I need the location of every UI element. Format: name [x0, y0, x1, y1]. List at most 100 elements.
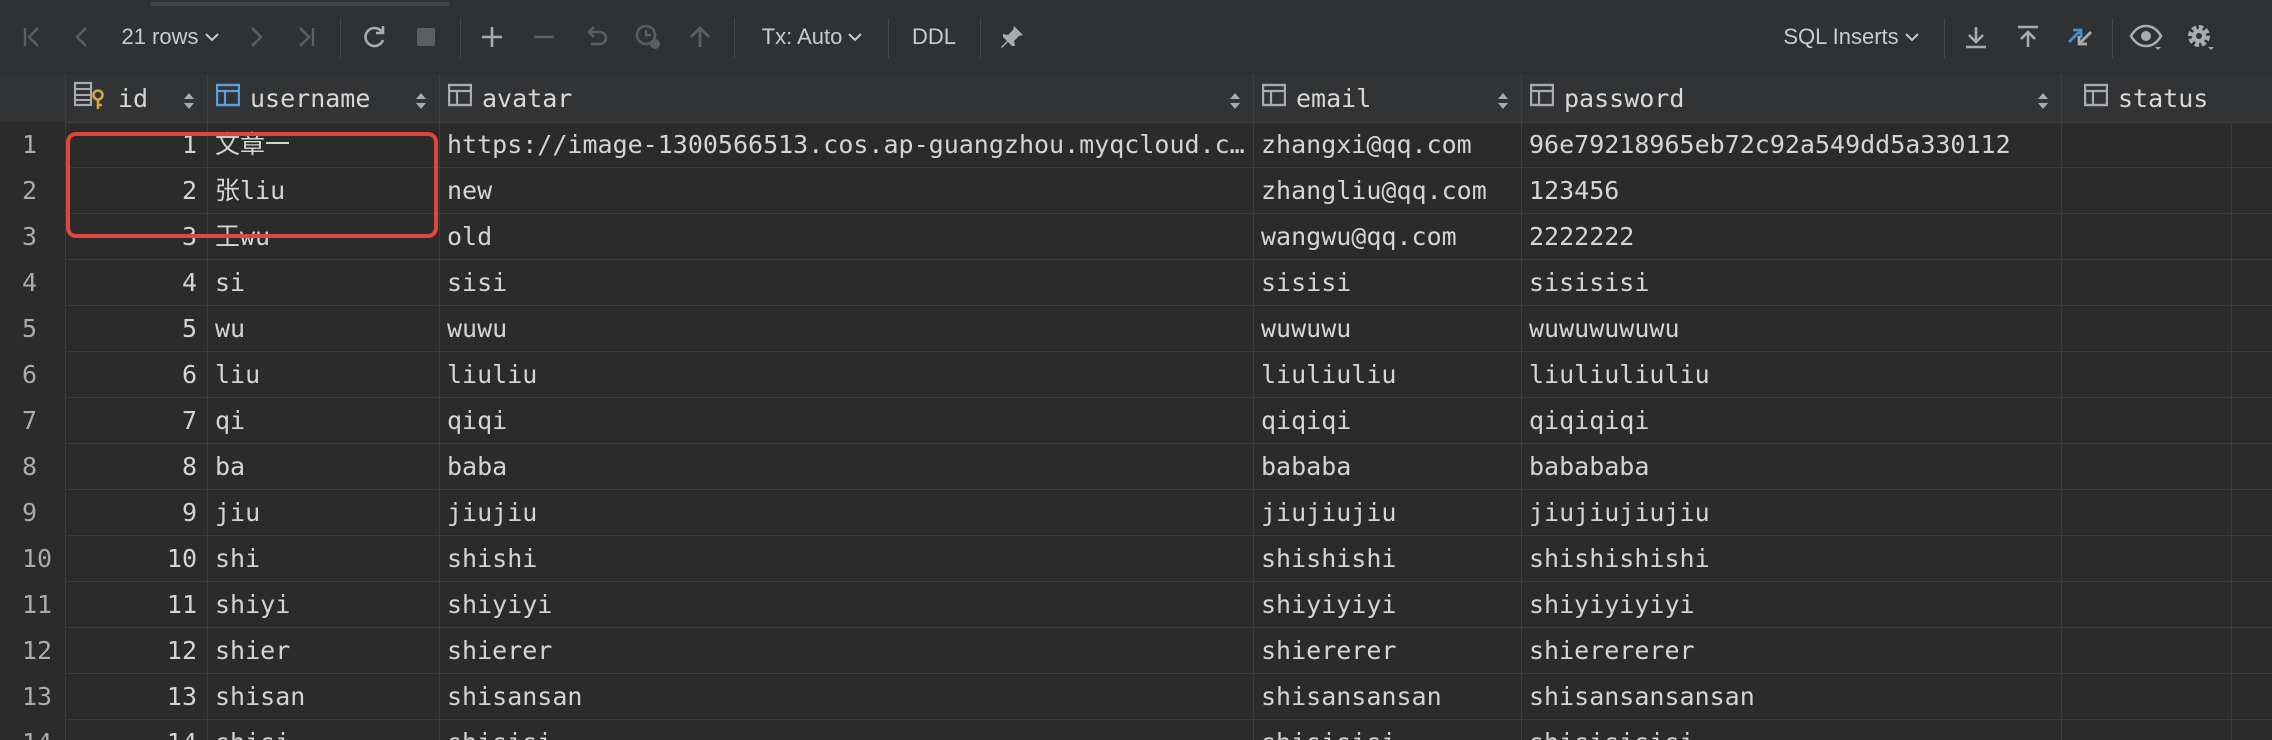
last-page-icon[interactable]	[288, 16, 324, 58]
cell-password[interactable]: wuwuwuwuwu	[1522, 306, 2062, 352]
cell-username[interactable]: 张liu	[208, 168, 440, 214]
transaction-mode-dropdown[interactable]: Tx: Auto	[756, 16, 868, 58]
cell-status[interactable]	[2062, 260, 2232, 306]
rows-count-dropdown[interactable]: 21 rows	[112, 16, 228, 58]
cell-avatar[interactable]: old	[440, 214, 1254, 260]
cell-status[interactable]	[2062, 352, 2232, 398]
cell-id[interactable]: 14	[66, 720, 208, 740]
upload-icon[interactable]	[2010, 16, 2046, 58]
cell-id[interactable]: 1	[66, 122, 208, 168]
cell-status[interactable]	[2062, 628, 2232, 674]
cell-password[interactable]: qiqiqiqi	[1522, 398, 2062, 444]
column-header-email[interactable]: email	[1254, 74, 1522, 122]
compare-icon[interactable]	[2062, 16, 2098, 58]
cell-avatar[interactable]: qiqi	[440, 398, 1254, 444]
add-row-icon[interactable]	[474, 16, 510, 58]
eye-icon[interactable]	[2126, 16, 2166, 58]
first-page-icon[interactable]	[14, 16, 50, 58]
cell-id[interactable]: 9	[66, 490, 208, 536]
cell-status[interactable]	[2062, 168, 2232, 214]
cell-id[interactable]: 2	[66, 168, 208, 214]
cell-id[interactable]: 10	[66, 536, 208, 582]
cell-id[interactable]: 8	[66, 444, 208, 490]
cell-avatar[interactable]: baba	[440, 444, 1254, 490]
cell-password[interactable]: shiyiyiyiyi	[1522, 582, 2062, 628]
ddl-button[interactable]: DDL	[904, 16, 964, 58]
cell-avatar[interactable]: new	[440, 168, 1254, 214]
stop-icon[interactable]	[408, 16, 444, 58]
cell-email[interactable]: shisisisi	[1254, 720, 1522, 740]
table-row[interactable]: 8 8 ba baba bababa babababa	[0, 444, 2272, 490]
column-header-username[interactable]: username	[208, 74, 440, 122]
cell-email[interactable]: jiujiujiu	[1254, 490, 1522, 536]
next-page-icon[interactable]	[238, 16, 274, 58]
table-row[interactable]: 7 7 qi qiqi qiqiqi qiqiqiqi	[0, 398, 2272, 444]
cell-username[interactable]: shisan	[208, 674, 440, 720]
sort-arrows-icon[interactable]	[2037, 88, 2049, 117]
cell-username[interactable]: wu	[208, 306, 440, 352]
cell-password[interactable]: 2222222	[1522, 214, 2062, 260]
table-row[interactable]: 4 4 si sisi sisisi sisisisi	[0, 260, 2272, 306]
table-row[interactable]: 5 5 wu wuwu wuwuwu wuwuwuwuwu	[0, 306, 2272, 352]
cell-username[interactable]: 文章一	[208, 122, 440, 168]
cell-username[interactable]: shisi	[208, 720, 440, 740]
cell-email[interactable]: shiyiyiyi	[1254, 582, 1522, 628]
cell-status[interactable]	[2062, 444, 2232, 490]
cell-email[interactable]: sisisi	[1254, 260, 1522, 306]
cell-username[interactable]: 王wu	[208, 214, 440, 260]
cell-password[interactable]: shierererer	[1522, 628, 2062, 674]
cell-avatar[interactable]: jiujiu	[440, 490, 1254, 536]
cell-id[interactable]: 13	[66, 674, 208, 720]
sort-arrows-icon[interactable]	[1497, 88, 1509, 117]
sort-arrows-icon[interactable]	[1229, 88, 1241, 117]
table-row[interactable]: 11 11 shiyi shiyiyi shiyiyiyi shiyiyiyiyi	[0, 582, 2272, 628]
cell-avatar[interactable]: shisisi	[440, 720, 1254, 740]
cell-avatar[interactable]: shierer	[440, 628, 1254, 674]
cell-avatar[interactable]: wuwu	[440, 306, 1254, 352]
table-row[interactable]: 1414shisishisisishisisisishisisisisi	[0, 720, 2272, 740]
table-row[interactable]: 10 10 shi shishi shishishi shishishishi	[0, 536, 2272, 582]
cell-avatar[interactable]: liuliu	[440, 352, 1254, 398]
cell-email[interactable]: shiererer	[1254, 628, 1522, 674]
cell-email[interactable]: zhangxi@qq.com	[1254, 122, 1522, 168]
sort-arrows-icon[interactable]	[183, 88, 195, 117]
cell-id[interactable]: 6	[66, 352, 208, 398]
cell-username[interactable]: ba	[208, 444, 440, 490]
cell-password[interactable]: babababa	[1522, 444, 2062, 490]
sort-arrows-icon[interactable]	[415, 88, 427, 117]
cell-email[interactable]: qiqiqi	[1254, 398, 1522, 444]
cell-username[interactable]: qi	[208, 398, 440, 444]
pin-icon[interactable]	[994, 16, 1030, 58]
download-icon[interactable]	[1958, 16, 1994, 58]
submit-icon[interactable]	[682, 16, 718, 58]
cell-password[interactable]: liuliuliuliu	[1522, 352, 2062, 398]
table-row[interactable]: 12 12 shier shierer shiererer shierererer	[0, 628, 2272, 674]
cell-email[interactable]: bababa	[1254, 444, 1522, 490]
cell-avatar[interactable]: sisi	[440, 260, 1254, 306]
cell-avatar[interactable]: https://image-1300566513.cos.ap-guangzho…	[440, 122, 1254, 168]
cell-id[interactable]: 5	[66, 306, 208, 352]
cell-status[interactable]	[2062, 674, 2232, 720]
table-row[interactable]: 9 9 jiu jiujiu jiujiujiu jiujiujiujiu	[0, 490, 2272, 536]
cell-status[interactable]	[2062, 306, 2232, 352]
cell-status[interactable]	[2062, 536, 2232, 582]
cell-username[interactable]: shiyi	[208, 582, 440, 628]
cell-avatar[interactable]: shishi	[440, 536, 1254, 582]
column-header-password[interactable]: password	[1522, 74, 2062, 122]
cell-id[interactable]: 12	[66, 628, 208, 674]
revert-icon[interactable]	[578, 16, 614, 58]
cell-email[interactable]: shisansansan	[1254, 674, 1522, 720]
export-format-dropdown[interactable]: SQL Inserts	[1778, 16, 1924, 58]
cell-status[interactable]	[2062, 122, 2232, 168]
cell-status[interactable]	[2062, 582, 2232, 628]
cell-password[interactable]: jiujiujiujiu	[1522, 490, 2062, 536]
table-row[interactable]: 3 3 王wu old wangwu@qq.com 2222222	[0, 214, 2272, 260]
table-row[interactable]: 2 2 张liu new zhangliu@qq.com 123456	[0, 168, 2272, 214]
cell-status[interactable]	[2062, 720, 2232, 740]
gear-icon[interactable]	[2180, 16, 2220, 58]
preview-pending-icon[interactable]	[630, 16, 666, 58]
cell-password[interactable]: shisansansansan	[1522, 674, 2062, 720]
refresh-icon[interactable]	[356, 16, 392, 58]
table-row[interactable]: 1 1 文章一 https://image-1300566513.cos.ap-gua…	[0, 122, 2272, 168]
table-row[interactable]: 13 13 shisan shisansan shisansansan shisansan…	[0, 674, 2272, 720]
